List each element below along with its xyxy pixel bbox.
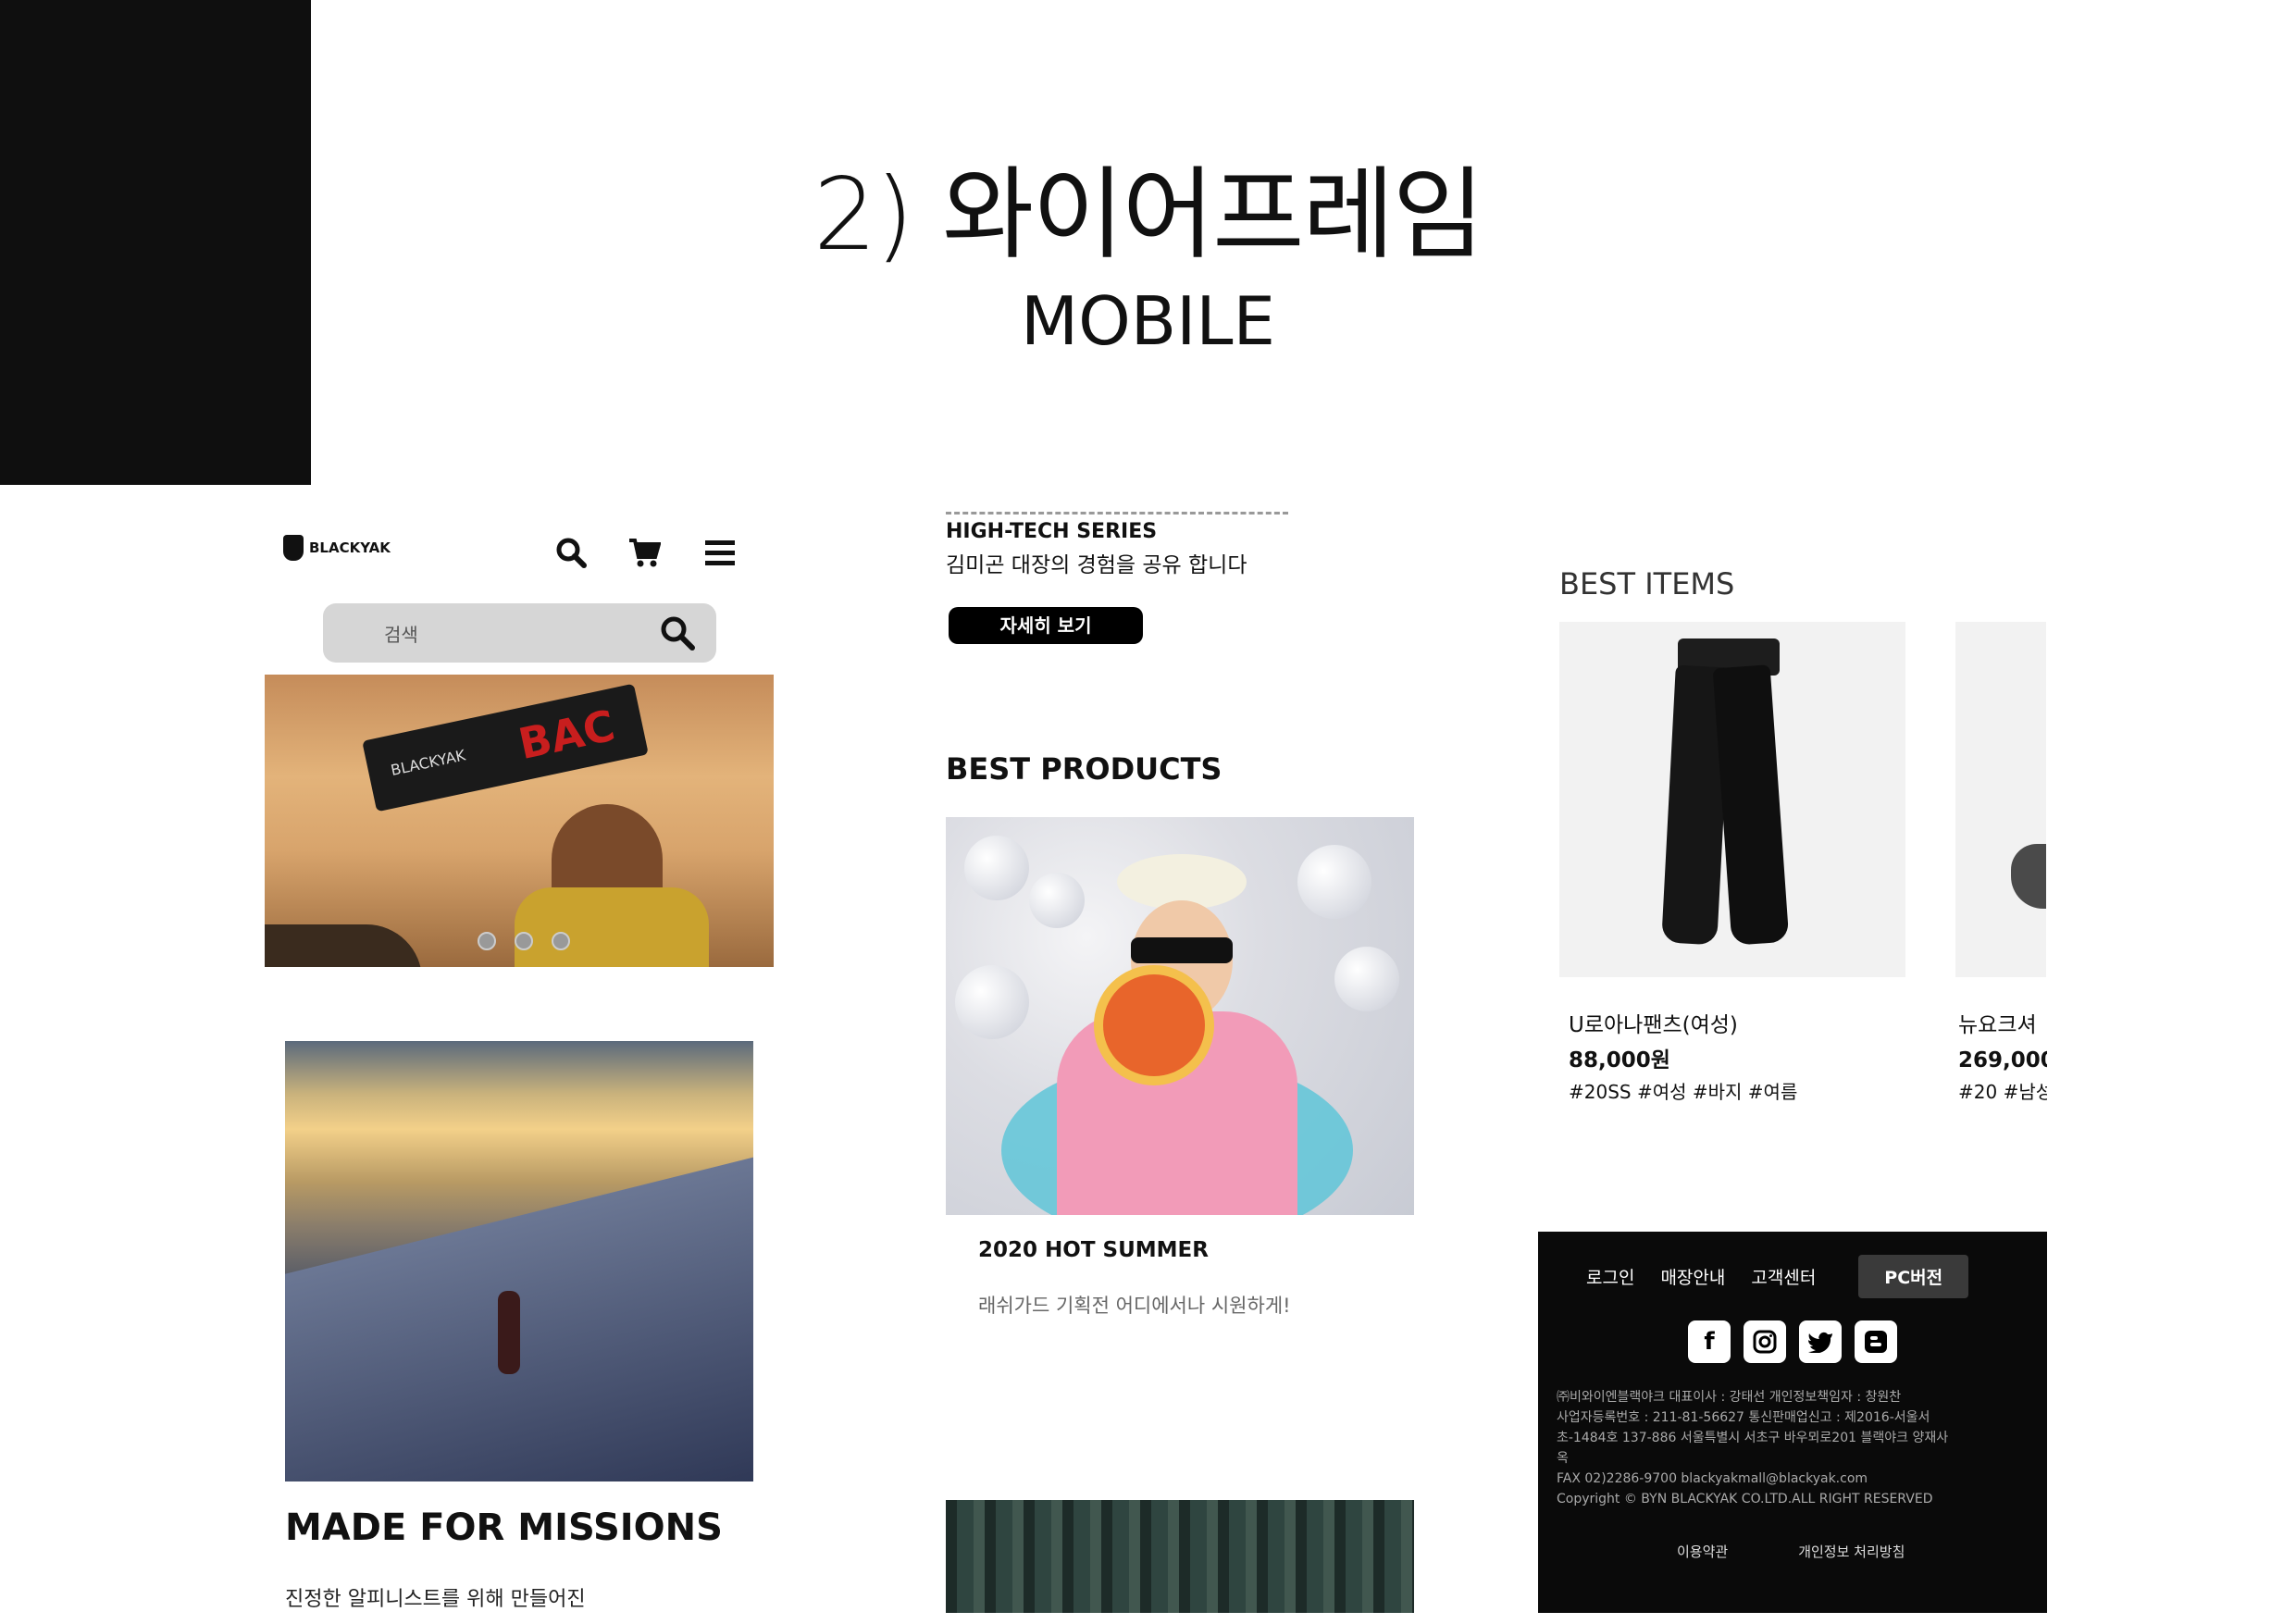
product-card[interactable] <box>1559 622 1905 977</box>
mission-description: 진정한 알피니스트를 위해 만들어진 <box>285 1588 586 1611</box>
cut-off-text-line <box>946 512 1288 518</box>
company-info-line: 옥 <box>1557 1451 1569 1466</box>
logo-text: BLACKYAK <box>309 539 391 556</box>
search-submit-icon[interactable] <box>659 614 696 655</box>
ball <box>1297 845 1371 919</box>
series-description: 김미곤 대장의 경험을 공유 합니다 <box>946 553 1247 577</box>
company-info-line: 초-1484호 137-886 서울특별시 서초구 바우뫼로201 블랙야크 양… <box>1557 1431 1949 1445</box>
product-description: 래쉬가드 기획전 어디에서나 시원하게! <box>978 1295 1291 1317</box>
ball <box>955 965 1029 1039</box>
page-title: 2) 와이어프레임 <box>813 157 1484 273</box>
summer-product-image[interactable] <box>946 817 1414 1215</box>
slider-dots <box>478 932 570 950</box>
logo-mark-icon <box>283 535 304 561</box>
product-card[interactable] <box>1955 622 2046 977</box>
forest-image[interactable] <box>946 1500 1414 1613</box>
mission-image[interactable] <box>285 1041 753 1481</box>
terms-link[interactable]: 이용약관 <box>1677 1542 1728 1561</box>
hero-banner: BLACKYAK BAC <box>362 683 649 812</box>
slider-dot[interactable] <box>515 932 533 950</box>
product-name: U로아나팬츠(여성) <box>1569 1013 1738 1037</box>
footer-links: 로그인 매장안내 고객센터 PC버전 <box>1586 1255 1969 1298</box>
pants-leg <box>1712 664 1790 946</box>
company-info-line: Copyright © BYN BLACKYAK CO.LTD.ALL RIGH… <box>1557 1492 1933 1506</box>
logo[interactable]: BLACKYAK <box>283 535 391 561</box>
climber <box>498 1291 520 1374</box>
hero-shirt <box>515 887 709 967</box>
product-name: 뉴요크셔 <box>1958 1013 2037 1037</box>
search-icon[interactable] <box>555 537 587 568</box>
best-products-title: BEST PRODUCTS <box>946 751 1222 787</box>
product-tags: #20SS #여성 #바지 #여름 <box>1569 1081 1798 1103</box>
blogger-icon[interactable] <box>1855 1320 1897 1363</box>
search-placeholder: 검색 <box>384 624 418 646</box>
footer: 로그인 매장안내 고객센터 PC버전 f ㈜비와이엔블랙야크 대표이사 : 강태… <box>1538 1232 2047 1613</box>
page-subtitle: MOBILE <box>1020 282 1276 360</box>
series-title: HIGH-TECH SERIES <box>946 520 1158 543</box>
mission-title: MADE FOR MISSIONS <box>285 1506 723 1549</box>
cart-icon[interactable] <box>627 537 661 568</box>
company-info-line: FAX 02)2286-9700 blackyakmall@blackyak.c… <box>1557 1471 1868 1486</box>
donut-float <box>1094 965 1214 1085</box>
product-price: 269,000원 <box>1958 1048 2047 1072</box>
series-text-block: HIGH-TECH SERIES 김미곤 대장의 경험을 공유 합니다 <box>946 520 1247 578</box>
view-more-button[interactable]: 자세히 보기 <box>949 607 1143 644</box>
product-title: 2020 HOT SUMMER <box>978 1238 1209 1262</box>
twitter-icon[interactable] <box>1799 1320 1842 1363</box>
best-items-title: BEST ITEMS <box>1559 566 1735 601</box>
pc-version-button[interactable]: PC버전 <box>1858 1255 1969 1298</box>
footer-link-support[interactable]: 고객센터 <box>1751 1264 1816 1289</box>
pants-image <box>1661 638 1790 946</box>
ball <box>1029 873 1085 928</box>
shoe-image <box>2011 844 2046 909</box>
instagram-icon[interactable] <box>1744 1320 1786 1363</box>
hamburger-menu-icon[interactable] <box>705 539 735 568</box>
hero-slider[interactable]: BLACKYAK BAC <box>265 675 774 967</box>
product-price: 88,000원 <box>1569 1048 1670 1072</box>
hero-banner-brand: BLACKYAK <box>389 746 467 780</box>
search-input[interactable]: 검색 <box>323 603 716 663</box>
sunglasses <box>1131 937 1233 963</box>
hero-banner-text: BAC <box>514 700 619 770</box>
social-links: f <box>1688 1320 1897 1363</box>
company-info: ㈜비와이엔블랙야크 대표이사 : 강태선 개인정보책임자 : 창원찬 사업자등록… <box>1557 1387 2029 1509</box>
company-info-line: 사업자등록번호 : 211-81-56627 통신판매업신고 : 제2016-서… <box>1557 1410 1930 1425</box>
ball <box>964 836 1029 900</box>
company-info-line: ㈜비와이엔블랙야크 대표이사 : 강태선 개인정보책임자 : 창원찬 <box>1557 1390 1902 1405</box>
slider-dot[interactable] <box>478 932 496 950</box>
hero-hill <box>265 924 422 967</box>
ball <box>1334 947 1399 1011</box>
footer-link-login[interactable]: 로그인 <box>1586 1264 1634 1289</box>
product-tags: #20 #남성 <box>1958 1081 2047 1103</box>
privacy-policy-link[interactable]: 개인정보 처리방침 <box>1798 1542 1905 1561</box>
footer-link-stores[interactable]: 매장안내 <box>1660 1264 1725 1289</box>
facebook-icon[interactable]: f <box>1688 1320 1731 1363</box>
product-info[interactable]: 뉴요크셔 269,000원 #20 #남성 <box>1958 1007 2047 1104</box>
slider-dot[interactable] <box>552 932 570 950</box>
product-info[interactable]: U로아나팬츠(여성) 88,000원 #20SS #여성 #바지 #여름 <box>1569 1007 1797 1104</box>
footer-bottom-links: 이용약관 개인정보 처리방침 <box>1677 1542 1905 1561</box>
